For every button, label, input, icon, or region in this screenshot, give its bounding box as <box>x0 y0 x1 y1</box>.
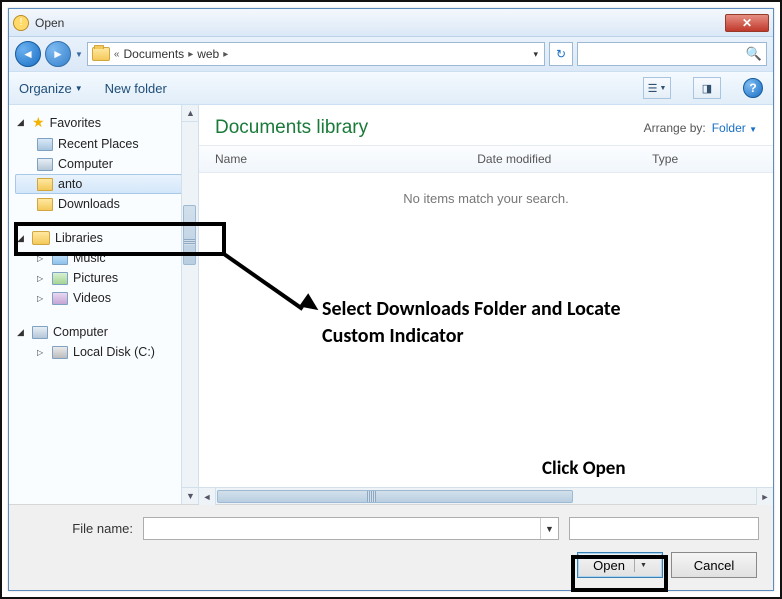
breadcrumb-dropdown[interactable]: ▾ <box>533 49 540 60</box>
titlebar: ! Open ✕ <box>9 9 773 37</box>
breadcrumb[interactable]: « Documents ▸ web ▸ ▾ <box>87 42 545 66</box>
navbar: ◄ ► ▼ « Documents ▸ web ▸ ▾ ↻ 🔍 <box>9 37 773 71</box>
close-button[interactable]: ✕ <box>725 14 769 32</box>
arrange-label: Arrange by: <box>644 121 706 135</box>
sidebar-libraries[interactable]: ◢ Libraries <box>15 228 182 248</box>
sidebar-item-music[interactable]: ▷ Music <box>15 248 182 268</box>
folder-icon <box>92 47 110 61</box>
organize-menu[interactable]: Organize ▼ <box>19 81 83 96</box>
filename-label: File name: <box>23 521 133 536</box>
scroll-thumb[interactable] <box>217 490 573 503</box>
sidebar-computer-group[interactable]: ◢ Computer <box>15 322 182 342</box>
sidebar-label: Favorites <box>50 116 101 130</box>
scroll-down-icon[interactable]: ▼ <box>182 487 199 504</box>
footer: File name: ▼ Open ▼ Cancel <box>9 504 773 590</box>
open-button[interactable]: Open ▼ <box>577 552 663 578</box>
sidebar-label: Computer <box>53 325 108 339</box>
sidebar-favorites[interactable]: ◢ ★ Favorites <box>15 111 182 134</box>
computer-icon <box>37 158 53 171</box>
sidebar-label: Libraries <box>55 231 103 245</box>
sidebar-item-downloads[interactable]: Downloads <box>15 194 182 214</box>
col-date[interactable]: Date modified <box>477 152 652 166</box>
forward-button[interactable]: ► <box>45 41 71 67</box>
back-button[interactable]: ◄ <box>15 41 41 67</box>
library-title: Documents library <box>215 117 368 139</box>
search-input[interactable]: 🔍 <box>577 42 767 66</box>
sidebar-scrollbar[interactable]: ▲ ▼ <box>181 105 198 504</box>
annotation-text-1: Select Downloads Folder and Locate Custo… <box>322 296 682 350</box>
recent-icon <box>37 138 53 151</box>
preview-pane-button[interactable]: ◨ <box>693 77 721 99</box>
sidebar-label: Music <box>73 251 106 265</box>
scroll-right-icon[interactable]: ► <box>756 488 773 505</box>
music-icon <box>52 252 68 265</box>
sidebar-item-localdisk[interactable]: ▷ Local Disk (C:) <box>15 342 182 362</box>
chevron-icon: ▸ <box>223 49 228 60</box>
folder-icon <box>37 178 53 191</box>
star-icon: ★ <box>32 114 45 131</box>
breadcrumb-seg-web[interactable]: web <box>197 47 219 61</box>
filename-combobox[interactable]: ▼ <box>143 517 559 540</box>
col-name[interactable]: Name <box>215 152 477 166</box>
sidebar: ◢ ★ Favorites Recent Places Computer <box>9 105 199 504</box>
annotation-text-2: Click Open <box>542 456 626 482</box>
sidebar-label: Pictures <box>73 271 118 285</box>
col-type[interactable]: Type <box>652 152 757 166</box>
sidebar-label: Videos <box>73 291 111 305</box>
scroll-thumb[interactable] <box>183 205 196 265</box>
disk-icon <box>52 346 68 359</box>
caret-icon: ◢ <box>17 233 27 244</box>
column-headers: Name Date modified Type <box>199 145 773 173</box>
view-mode-button[interactable]: ☰ ▼ <box>643 77 671 99</box>
organize-label: Organize <box>19 81 72 96</box>
chevron-icon: ▸ <box>188 49 193 60</box>
chevron-icon: « <box>114 49 120 60</box>
pictures-icon <box>52 272 68 285</box>
scroll-up-icon[interactable]: ▲ <box>182 105 199 122</box>
sidebar-label: Downloads <box>58 197 120 211</box>
cancel-button[interactable]: Cancel <box>671 552 757 578</box>
chevron-down-icon: ▼ <box>640 562 647 569</box>
library-icon <box>32 231 50 245</box>
sidebar-label: Local Disk (C:) <box>73 345 155 359</box>
breadcrumb-seg-documents[interactable]: Documents <box>123 47 184 61</box>
filetype-filter[interactable] <box>569 517 759 540</box>
horizontal-scrollbar[interactable]: ◄ ► <box>199 487 773 504</box>
refresh-button[interactable]: ↻ <box>549 42 573 66</box>
search-icon: 🔍 <box>746 46 762 62</box>
sidebar-label: Computer <box>58 157 113 171</box>
app-icon: ! <box>13 15 29 31</box>
toolbar: Organize ▼ New folder ☰ ▼ ◨ ? <box>9 71 773 105</box>
folder-icon <box>37 198 53 211</box>
history-dropdown[interactable]: ▼ <box>75 50 83 59</box>
window-title: Open <box>35 16 725 30</box>
caret-icon: ▷ <box>37 274 47 283</box>
chevron-down-icon[interactable]: ▼ <box>540 518 558 539</box>
caret-icon: ▷ <box>37 294 47 303</box>
arrange-dropdown[interactable]: Folder ▼ <box>712 121 757 135</box>
caret-icon: ▷ <box>37 254 47 263</box>
caret-icon: ◢ <box>17 117 27 128</box>
help-button[interactable]: ? <box>743 78 763 98</box>
empty-message: No items match your search. <box>199 173 773 224</box>
sidebar-item-videos[interactable]: ▷ Videos <box>15 288 182 308</box>
sidebar-item-computer[interactable]: Computer <box>15 154 182 174</box>
sidebar-label: Recent Places <box>58 137 139 151</box>
videos-icon <box>52 292 68 305</box>
caret-icon: ◢ <box>17 327 27 338</box>
sidebar-label: anto <box>58 177 82 191</box>
filename-input[interactable] <box>144 518 540 539</box>
sidebar-item-pictures[interactable]: ▷ Pictures <box>15 268 182 288</box>
computer-icon <box>32 326 48 339</box>
chevron-down-icon: ▼ <box>749 125 757 134</box>
new-folder-button[interactable]: New folder <box>105 81 167 96</box>
scroll-left-icon[interactable]: ◄ <box>199 488 216 505</box>
caret-icon: ▷ <box>37 348 47 357</box>
sidebar-item-recent[interactable]: Recent Places <box>15 134 182 154</box>
chevron-down-icon: ▼ <box>75 84 83 93</box>
sidebar-item-anto[interactable]: anto <box>15 174 182 194</box>
